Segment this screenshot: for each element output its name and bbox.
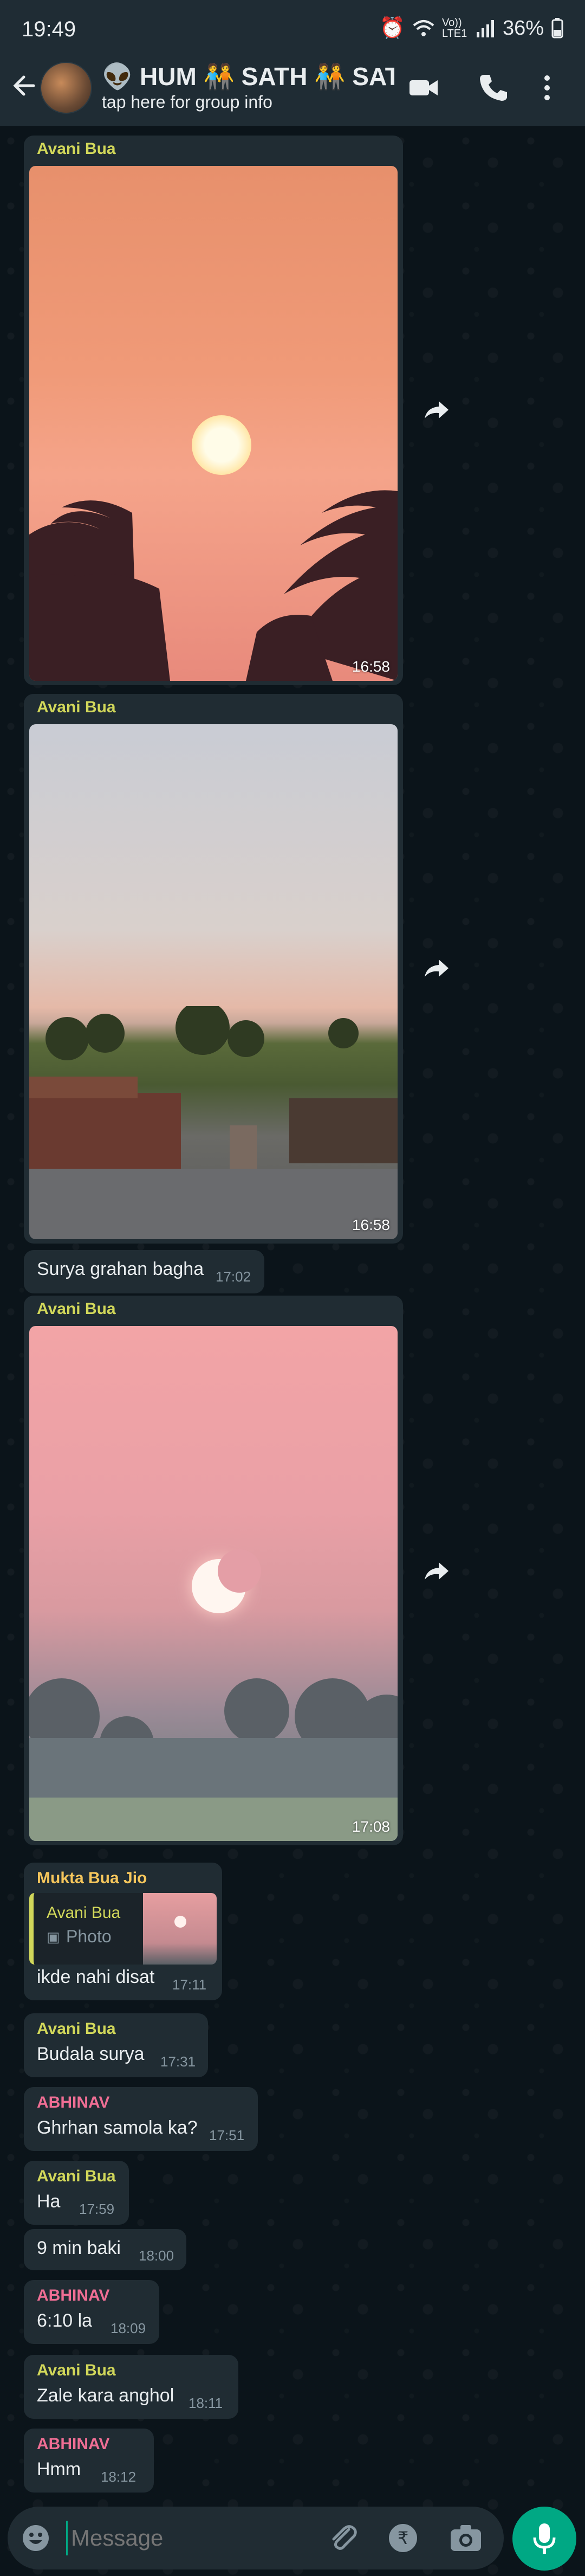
text-message[interactable]: Surya grahan bagha 17:02	[24, 1250, 264, 1293]
text-message[interactable]: ABHINAV 6:10 la 18:09	[24, 2280, 159, 2344]
battery-icon	[551, 18, 563, 38]
sender-name: Avani Bua	[37, 140, 116, 158]
network-label: Vo)) LTE1	[441, 17, 467, 40]
sender-name: Avani Bua	[37, 698, 116, 716]
group-subtitle[interactable]: tap here for group info	[102, 92, 272, 112]
voice-call-icon[interactable]	[476, 70, 510, 105]
back-arrow-icon[interactable]	[10, 70, 40, 101]
text-message[interactable]: Avani Bua Ha 17:59	[24, 2161, 129, 2225]
quoted-thumbnail	[143, 1893, 217, 1965]
message-input-bar[interactable]: ₹	[8, 2507, 504, 2569]
sender-name: ABHINAV	[37, 2435, 110, 2453]
rupee-icon[interactable]: ₹	[387, 2522, 419, 2554]
sender-name: Mukta Bua Jio	[37, 1869, 147, 1887]
message-text: Surya grahan bagha	[37, 1259, 204, 1279]
forward-icon[interactable]	[417, 390, 456, 429]
eclipse-photo[interactable]: 17:08	[29, 1326, 398, 1841]
message-time: 16:58	[352, 658, 390, 675]
text-message[interactable]: 9 min baki 18:00	[24, 2229, 186, 2270]
sender-name: Avani Bua	[37, 2361, 116, 2379]
attach-icon[interactable]	[327, 2522, 360, 2554]
message-time: 17:11	[172, 1976, 207, 1993]
message-input[interactable]	[66, 2521, 304, 2555]
message-text: Budala surya	[37, 2044, 145, 2064]
message-text: Zale kara anghol	[37, 2385, 174, 2406]
message-text: Hmm	[37, 2459, 81, 2480]
photo-message[interactable]: Avani Bua 17:08	[24, 1296, 403, 1845]
sender-name: ABHINAV	[37, 2094, 110, 2111]
tree-line	[29, 1678, 398, 1841]
more-options-icon[interactable]	[536, 70, 558, 105]
quoted-message[interactable]: Avani Bua ▣ Photo	[29, 1893, 217, 1965]
sender-name: ABHINAV	[37, 2287, 110, 2304]
reply-message[interactable]: Mukta Bua Jio Avani Bua ▣ Photo ikde nah…	[24, 1863, 222, 2000]
status-bar: 19:49 ⏰ Vo)) LTE1 36%	[0, 0, 585, 63]
group-avatar[interactable]	[40, 62, 92, 114]
message-time: 17:08	[352, 1818, 390, 1835]
mic-button[interactable]	[512, 2507, 576, 2571]
sunset-photo[interactable]: 16:58	[29, 166, 398, 681]
message-time: 18:11	[188, 2395, 223, 2411]
photo-message[interactable]: Avani Bua 16:58	[24, 136, 403, 685]
camera-small-icon: ▣	[47, 1929, 60, 1945]
text-message[interactable]: Avani Bua Zale kara anghol 18:11	[24, 2355, 238, 2419]
forward-icon[interactable]	[417, 949, 456, 988]
message-text: ikde nahi disat	[37, 1967, 155, 1987]
chat-header[interactable]: 👽 HUM 🧑‍🤝‍🧑 SATH 🧑‍🤝‍🧑 SAT... tap here f…	[0, 54, 585, 126]
message-time: 18:12	[101, 2469, 136, 2485]
forward-icon[interactable]	[417, 1551, 456, 1590]
sender-name: Avani Bua	[37, 1300, 116, 1318]
message-time: 17:59	[79, 2201, 115, 2217]
wifi-icon	[413, 20, 434, 36]
sender-name: Avani Bua	[37, 2020, 116, 2038]
group-title[interactable]: 👽 HUM 🧑‍🤝‍🧑 SATH 🧑‍🤝‍🧑 SAT...	[102, 62, 394, 92]
signal-icon	[476, 20, 494, 37]
quoted-sender: Avani Bua	[47, 1904, 121, 1922]
village-scene	[29, 1006, 398, 1239]
photo-message[interactable]: Avani Bua 16:58	[24, 694, 403, 1244]
microphone-icon	[533, 2523, 556, 2554]
message-text: Ha	[37, 2191, 61, 2212]
message-time: 17:02	[216, 1268, 251, 1285]
text-message[interactable]: ABHINAV Ghrhan samola ka? 17:51	[24, 2087, 258, 2151]
video-call-icon[interactable]	[406, 70, 441, 105]
text-message[interactable]: ABHINAV Hmm 18:12	[24, 2429, 154, 2493]
alarm-icon: ⏰	[379, 17, 405, 40]
message-time: 16:58	[352, 1216, 390, 1233]
status-time: 19:49	[22, 17, 76, 41]
sender-name: Avani Bua	[37, 2167, 116, 2185]
message-time: 17:31	[160, 2053, 196, 2070]
eclipse-shadow	[218, 1549, 261, 1593]
message-text: 9 min baki	[37, 2238, 121, 2258]
sun	[192, 415, 251, 475]
emoji-icon[interactable]	[21, 2523, 51, 2553]
tree-silhouette	[29, 490, 398, 681]
quoted-text: Photo	[66, 1927, 112, 1946]
camera-icon[interactable]	[448, 2522, 483, 2554]
svg-text:₹: ₹	[398, 2528, 408, 2548]
battery-percent: 36%	[502, 16, 544, 40]
message-text: Ghrhan samola ka?	[37, 2117, 198, 2138]
text-message[interactable]: Avani Bua Budala surya 17:31	[24, 2013, 208, 2077]
village-photo[interactable]: 16:58	[29, 724, 398, 1239]
message-text: 6:10 la	[37, 2310, 93, 2331]
message-time: 18:00	[139, 2247, 174, 2264]
message-time: 18:09	[110, 2320, 146, 2336]
message-time: 17:51	[209, 2127, 245, 2143]
